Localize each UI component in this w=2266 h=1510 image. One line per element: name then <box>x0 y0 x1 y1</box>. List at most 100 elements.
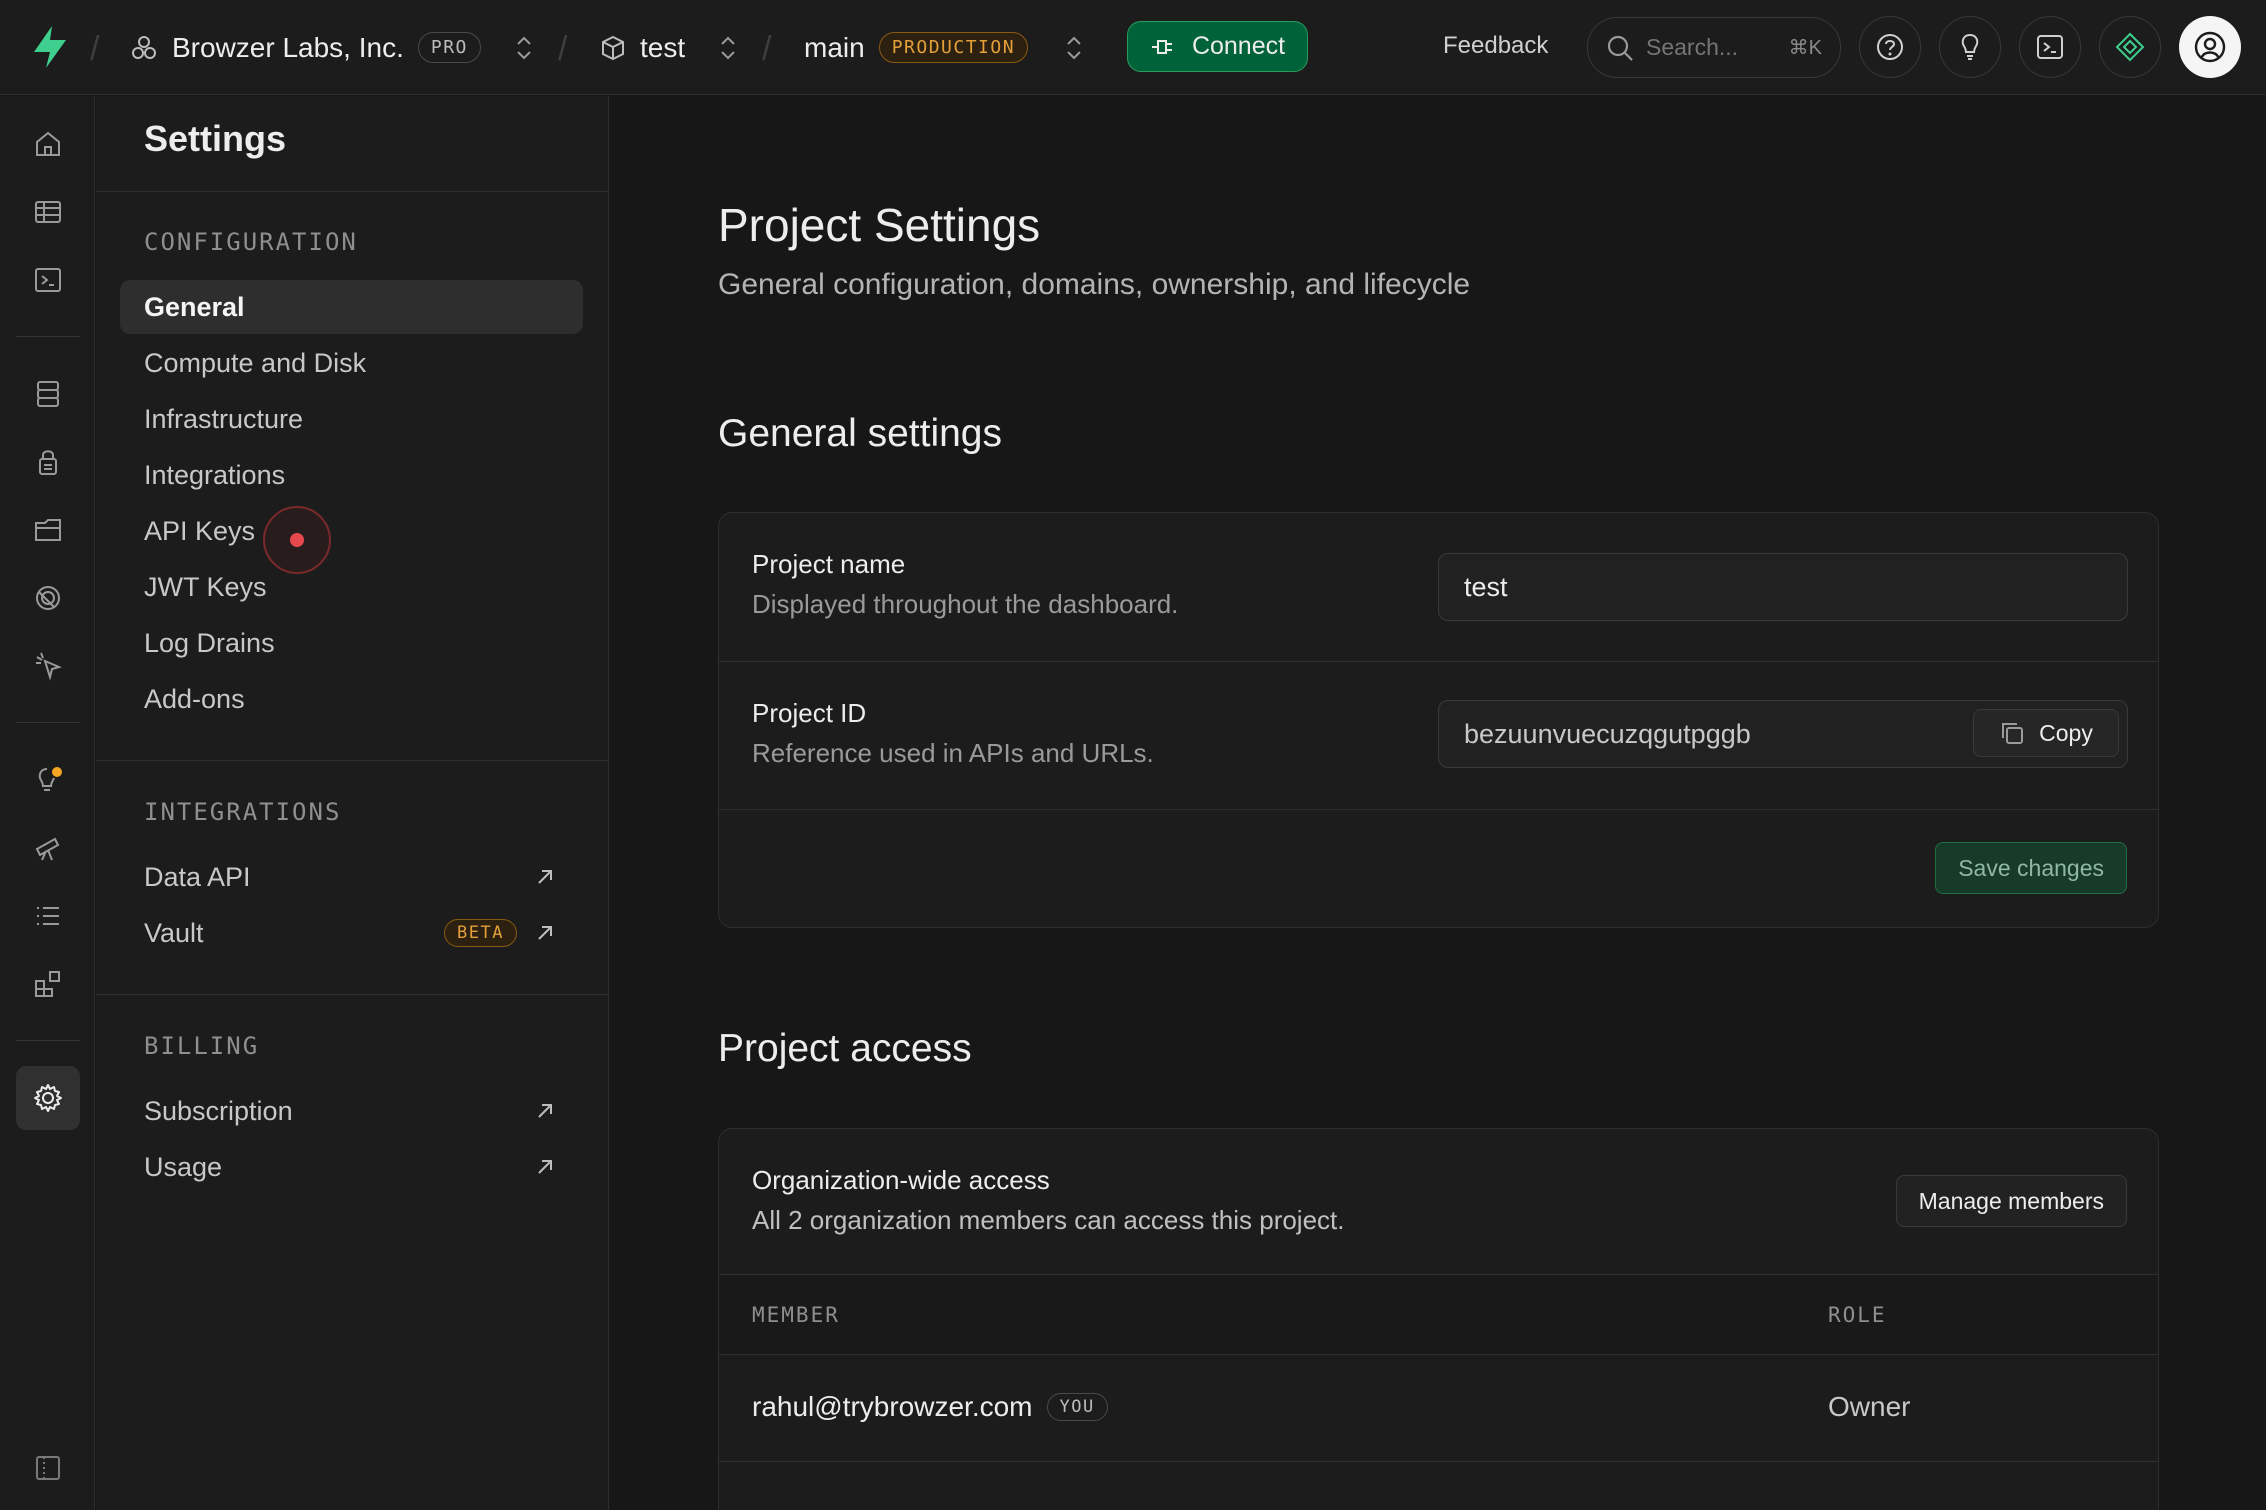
org-access-description: All 2 organization members can access th… <box>752 1205 1345 1235</box>
page-subtitle: General configuration, domains, ownershi… <box>718 268 1471 301</box>
member-email: rahul@trybrowzer.com YOU <box>752 1391 1108 1423</box>
branch-switcher[interactable]: main PRODUCTION <box>804 0 1029 95</box>
project-switcher[interactable]: test <box>600 0 685 95</box>
branch-chevron-updown-icon[interactable] <box>1064 32 1084 64</box>
save-changes-button[interactable]: Save changes <box>1935 842 2127 894</box>
sidebar-item-label: Data API <box>144 861 251 892</box>
left-nav-rail <box>0 96 95 1510</box>
rail-settings[interactable] <box>16 1066 80 1130</box>
sidebar-item-jwt-keys[interactable]: JWT Keys <box>120 560 583 614</box>
project-name-field[interactable] <box>1438 553 2128 621</box>
rail-integrations[interactable] <box>16 952 80 1016</box>
project-name-row: Project name Displayed throughout the da… <box>719 513 2158 662</box>
rail-logs[interactable] <box>16 884 80 948</box>
assistant-diamond-icon <box>2115 32 2145 62</box>
main-content: Project Settings General configuration, … <box>610 96 2266 1510</box>
search-shortcut: ⌘K <box>1788 37 1822 59</box>
project-id-field: Copy <box>1438 700 2128 768</box>
sidebar-item-compute-and-disk[interactable]: Compute and Disk <box>120 336 583 390</box>
search-box[interactable]: ⌘K <box>1587 17 1841 78</box>
sidebar-divider <box>96 191 609 192</box>
project-name: test <box>640 31 686 63</box>
connect-button-label: Connect <box>1191 32 1286 60</box>
rail-edge-functions[interactable] <box>16 566 80 630</box>
sidebar-item-add-ons[interactable]: Add-ons <box>120 672 583 726</box>
section-heading-billing: BILLING <box>144 1032 260 1060</box>
help-button[interactable] <box>1859 16 1921 78</box>
search-input[interactable] <box>1646 34 1776 61</box>
functions-globe-icon <box>36 586 60 610</box>
rail-divider <box>16 1040 80 1041</box>
rail-storage[interactable] <box>16 498 80 562</box>
terminal-button[interactable] <box>2019 16 2081 78</box>
project-chevron-updown-icon[interactable] <box>718 32 738 64</box>
copy-icon <box>2002 723 2024 744</box>
sidebar-item-subscription[interactable]: Subscription <box>120 1084 583 1138</box>
sidebar-item-log-drains[interactable]: Log Drains <box>120 616 583 670</box>
help-icon <box>1877 34 1903 60</box>
breadcrumb-separator: / <box>90 30 100 68</box>
environment-badge: PRODUCTION <box>878 32 1029 63</box>
sidebar-item-vault[interactable]: Vault BETA <box>120 906 583 960</box>
sidebar-item-data-api[interactable]: Data API <box>120 850 583 904</box>
general-settings-title: General settings <box>718 412 1002 455</box>
org-icon <box>132 35 156 59</box>
advisor-button[interactable] <box>1939 16 2001 78</box>
connect-button[interactable]: Connect <box>1127 21 1308 72</box>
column-header-member: MEMBER <box>752 1303 840 1327</box>
sidebar-item-infrastructure[interactable]: Infrastructure <box>120 392 583 446</box>
collapse-sidebar-icon[interactable] <box>34 1454 62 1482</box>
rail-home[interactable] <box>16 112 80 176</box>
rail-database[interactable] <box>16 362 80 426</box>
sidebar-divider <box>96 994 609 995</box>
you-badge: YOU <box>1046 1393 1108 1421</box>
project-name-input[interactable] <box>1464 571 2127 603</box>
project-id-description: Reference used in APIs and URLs. <box>752 738 1154 768</box>
table-icon <box>35 201 61 223</box>
sidebar-item-usage[interactable]: Usage <box>120 1140 583 1194</box>
rail-advisors[interactable] <box>16 748 80 812</box>
settings-sidebar: Settings CONFIGURATION General Compute a… <box>96 96 609 1510</box>
telescope-icon <box>35 837 60 861</box>
sidebar-item-api-keys[interactable]: API Keys <box>120 504 583 558</box>
project-name-label: Project name <box>752 549 906 579</box>
page-title: Project Settings <box>718 199 1041 251</box>
rail-sql-editor[interactable] <box>16 248 80 312</box>
home-icon <box>36 131 60 156</box>
gear-icon <box>34 1084 62 1112</box>
org-switcher[interactable]: Browzer Labs, Inc. PRO <box>130 0 481 95</box>
copy-project-id-button[interactable]: Copy <box>1973 709 2119 757</box>
beta-badge: BETA <box>444 919 517 947</box>
plug-icon <box>1151 39 1172 54</box>
org-chevron-updown-icon[interactable] <box>514 32 534 64</box>
sidebar-item-label: Usage <box>144 1151 223 1182</box>
plan-badge: PRO <box>417 32 481 63</box>
rail-reports[interactable] <box>16 816 80 880</box>
external-link-icon <box>538 1104 552 1118</box>
assistant-button[interactable] <box>2099 16 2161 78</box>
manage-members-button[interactable]: Manage members <box>1895 1175 2127 1227</box>
project-id-row: Project ID Reference used in APIs and UR… <box>719 662 2158 810</box>
feedback-button[interactable]: Feedback <box>1443 32 1548 60</box>
branch-name: main <box>804 31 865 63</box>
org-access-row: Organization-wide access All 2 organizat… <box>719 1129 2158 1275</box>
general-settings-card: Project name Displayed throughout the da… <box>718 512 2159 928</box>
user-avatar-icon <box>2194 31 2226 63</box>
table-row <box>719 1462 2158 1510</box>
external-link-icon <box>538 1160 552 1174</box>
cursor-indicator <box>263 506 331 574</box>
user-avatar[interactable] <box>2179 16 2241 78</box>
breadcrumb-separator: / <box>762 30 772 68</box>
terminal-icon <box>2037 35 2063 59</box>
sidebar-item-integrations[interactable]: Integrations <box>120 448 583 502</box>
rail-authentication[interactable] <box>16 430 80 494</box>
rail-divider <box>16 336 80 337</box>
section-heading-integrations: INTEGRATIONS <box>144 798 342 826</box>
sidebar-item-general[interactable]: General <box>120 280 583 334</box>
rail-table-editor[interactable] <box>16 180 80 244</box>
sidebar-title: Settings <box>144 118 287 159</box>
integrations-blocks-icon <box>35 971 60 997</box>
app-logo-icon[interactable] <box>28 24 72 70</box>
project-access-card: Organization-wide access All 2 organizat… <box>718 1128 2159 1510</box>
rail-realtime[interactable] <box>16 634 80 698</box>
